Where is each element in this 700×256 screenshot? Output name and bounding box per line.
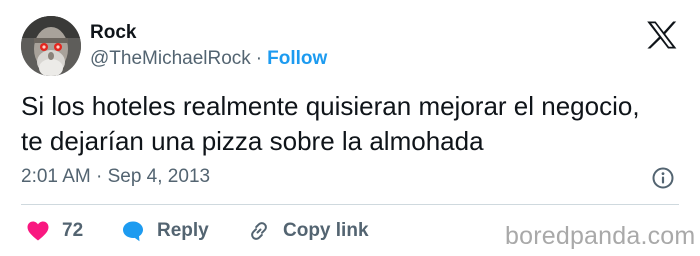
reply-label: Reply: [157, 220, 209, 241]
info-icon[interactable]: [651, 166, 675, 190]
reply-button[interactable]: Reply: [121, 216, 209, 246]
speech-bubble-icon: [123, 221, 143, 242]
like-button[interactable]: 72: [26, 216, 83, 246]
divider: [21, 204, 679, 205]
tweet-card: Rock @TheMichaelRock · Follow Si los hotel…: [0, 0, 700, 256]
tweet-text-line: te dejarían una pizza sobre la almohada: [21, 126, 484, 156]
avatar[interactable]: [21, 16, 81, 76]
copy-link-label: Copy link: [283, 220, 369, 241]
author-handle[interactable]: @TheMichaelRock: [90, 48, 251, 69]
author-handle-row: @TheMichaelRock · Follow: [90, 48, 327, 70]
follow-button[interactable]: Follow: [267, 48, 327, 69]
tweet-text-line: Si los hoteles realmente quisieran mejor…: [21, 91, 640, 121]
copy-link-button[interactable]: Copy link: [247, 216, 369, 246]
handle-separator: ·: [255, 48, 263, 69]
x-logo-icon[interactable]: [646, 20, 678, 50]
avatar-image: [21, 16, 81, 76]
heart-icon: [27, 221, 49, 241]
watermark: boredpanda.com: [505, 222, 696, 250]
like-count: 72: [62, 220, 84, 241]
tweet-timestamp[interactable]: 2:01 AM · Sep 4, 2013: [21, 166, 210, 188]
author-name[interactable]: Rock: [90, 22, 136, 44]
tweet-text: Si los hoteles realmente quisieran mejor…: [21, 89, 691, 159]
link-icon: [251, 222, 267, 240]
